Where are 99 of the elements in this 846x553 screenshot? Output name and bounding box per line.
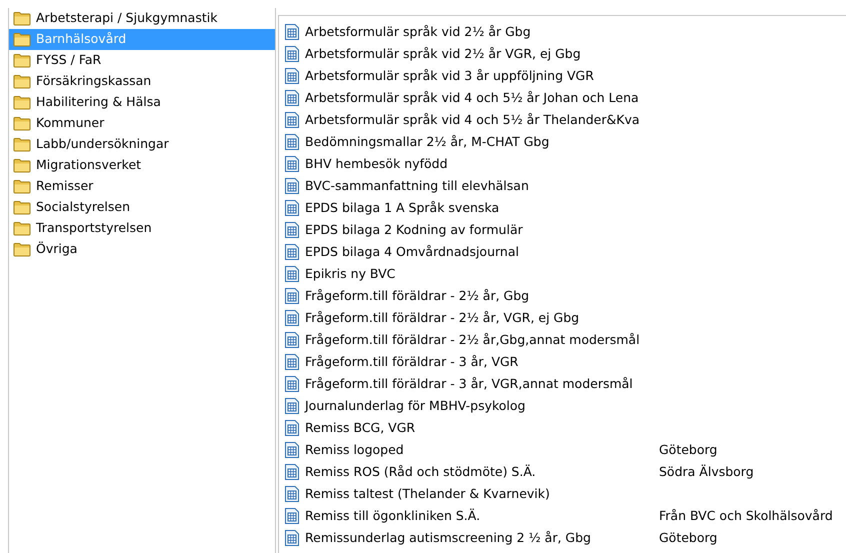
document-row[interactable]: Remiss ROS (Råd och stödmöte) S.Ä. Södra Älvsborg	[284, 461, 846, 483]
document-name: Arbetsformulär språk vid 4 och 5½ år Thelander&Kva	[305, 110, 640, 129]
folder-icon	[13, 53, 31, 68]
document-row[interactable]: Arbetsformulär språk vid 4 och 5½ år Thelander&Kva	[284, 109, 846, 131]
document-row[interactable]: Arbetsformulär språk vid 2½ år VGR, ej Gbg	[284, 43, 846, 65]
document-name: Remiss taltest (Thelander & Kvarnevik)	[305, 484, 550, 503]
document-name: Arbetsformulär språk vid 2½ år VGR, ej Gbg	[305, 44, 581, 63]
region-text: Från BVC och Skolhälsovård	[659, 506, 833, 525]
folder-icon	[13, 137, 31, 152]
document-name: Frågeform.till föräldrar - 2½ år, Gbg	[305, 286, 530, 305]
document-row[interactable]: Remiss BCG, VGR	[284, 417, 846, 439]
folder-icon	[13, 116, 31, 131]
document-row[interactable]: BVC-sammanfattning till elevhälsan	[284, 175, 846, 197]
document-row[interactable]: Journalunderlag för MBHV-psykolog	[284, 395, 846, 417]
region-text: Södra Älvsborg	[659, 462, 754, 481]
document-row[interactable]: Remiss till ögonkliniken S.Ä. Från BVC och Skolhälsovård	[284, 505, 846, 527]
document-row[interactable]: Epikris ny BVC	[284, 263, 846, 285]
folder-item[interactable]: Labb/undersökningar	[9, 134, 275, 155]
document-name: Frågeform.till föräldrar - 3 år, VGR	[305, 352, 518, 371]
folder-item[interactable]: Övriga	[9, 239, 275, 260]
document-name: Remiss till ögonkliniken S.Ä.	[305, 506, 480, 525]
folder-icon	[13, 221, 31, 236]
document-name: EPDS bilaga 2 Kodning av formulär	[305, 220, 523, 239]
document-name: Frågeform.till föräldrar - 2½ år, VGR, ej Gbg	[305, 308, 580, 327]
spreadsheet-document-icon	[284, 529, 300, 547]
document-row[interactable]: Frågeform.till föräldrar - 2½ år, VGR, ej Gbg	[284, 307, 846, 329]
folder-icon	[13, 179, 31, 194]
spreadsheet-document-icon	[284, 111, 300, 129]
folder-item[interactable]: Arbetsterapi / Sjukgymnastik	[9, 8, 275, 29]
spreadsheet-document-icon	[284, 485, 300, 503]
folder-icon	[13, 242, 31, 257]
folder-icon	[13, 200, 31, 215]
spreadsheet-document-icon	[284, 89, 300, 107]
document-name: Arbetsformulär språk vid 4 och 5½ år Johan och Lena	[305, 88, 639, 107]
spreadsheet-document-icon	[284, 353, 300, 371]
document-row[interactable]: Remiss logoped Göteborg	[284, 439, 846, 461]
document-name: Arbetsformulär språk vid 3 år uppföljning VGR	[305, 66, 594, 85]
document-row[interactable]: Arbetsformulär språk vid 3 år uppföljning VGR	[284, 65, 846, 87]
document-name: Remissunderlag autismscreening 2 ½ år, Gbg	[305, 528, 591, 547]
folder-icon	[13, 158, 31, 173]
spreadsheet-document-icon	[284, 67, 300, 85]
document-row[interactable]: Frågeform.till föräldrar - 2½ år,Gbg,annat modersmål	[284, 329, 846, 351]
document-row[interactable]: EPDS bilaga 2 Kodning av formulär	[284, 219, 846, 241]
spreadsheet-document-icon	[284, 441, 300, 459]
region-text: Göteborg	[659, 528, 718, 547]
document-row[interactable]: EPDS bilaga 4 Omvårdnadsjournal	[284, 241, 846, 263]
document-name: BVC-sammanfattning till elevhälsan	[305, 176, 529, 195]
spreadsheet-document-icon	[284, 419, 300, 437]
document-name: Remiss ROS (Råd och stödmöte) S.Ä.	[305, 462, 536, 481]
folder-icon	[13, 74, 31, 89]
spreadsheet-document-icon	[284, 155, 300, 173]
document-row[interactable]: Remiss taltest (Thelander & Kvarnevik)	[284, 483, 846, 505]
document-name: Bedömningsmallar 2½ år, M-CHAT Gbg	[305, 132, 550, 151]
document-name: EPDS bilaga 1 A Språk svenska	[305, 198, 500, 217]
document-row[interactable]: EPDS bilaga 1 A Språk svenska	[284, 197, 846, 219]
document-row[interactable]: Frågeform.till föräldrar - 2½ år, Gbg	[284, 285, 846, 307]
folder-item[interactable]: Migrationsverket	[9, 155, 275, 176]
document-name: Epikris ny BVC	[305, 264, 396, 283]
folder-item[interactable]: Försäkringskassan	[9, 71, 275, 92]
document-name: EPDS bilaga 4 Omvårdnadsjournal	[305, 242, 519, 261]
region-text: Göteborg	[659, 440, 718, 459]
spreadsheet-document-icon	[284, 199, 300, 217]
spreadsheet-document-icon	[284, 243, 300, 261]
document-name: Remiss BCG, VGR	[305, 418, 416, 437]
document-name: Journalunderlag för MBHV-psykolog	[305, 396, 526, 415]
folder-item[interactable]: Remisser	[9, 176, 275, 197]
document-row[interactable]: Frågeform.till föräldrar - 3 år, VGR,annat modersmål	[284, 373, 846, 395]
document-name: Remiss logoped	[305, 440, 404, 459]
document-row[interactable]: Bedömningsmallar 2½ år, M-CHAT Gbg	[284, 131, 846, 153]
document-row[interactable]: Remissunderlag autismscreening 2 ½ år, Gbg Göteborg	[284, 527, 846, 549]
document-row[interactable]: Arbetsformulär språk vid 4 och 5½ år Johan och Lena	[284, 87, 846, 109]
document-row[interactable]: Arbetsformulär språk vid 2½ år Gbg	[284, 21, 846, 43]
spreadsheet-document-icon	[284, 287, 300, 305]
spreadsheet-document-icon	[284, 177, 300, 195]
spreadsheet-document-icon	[284, 331, 300, 349]
document-name: Frågeform.till föräldrar - 2½ år,Gbg,annat modersmål	[305, 330, 640, 349]
spreadsheet-document-icon	[284, 23, 300, 41]
folder-item[interactable]: Transportstyrelsen	[9, 218, 275, 239]
document-row[interactable]: BHV hembesök nyfödd	[284, 153, 846, 175]
spreadsheet-document-icon	[284, 397, 300, 415]
document-name: BHV hembesök nyfödd	[305, 154, 448, 173]
spreadsheet-document-icon	[284, 133, 300, 151]
document-row[interactable]: Frågeform.till föräldrar - 3 år, VGR	[284, 351, 846, 373]
spreadsheet-document-icon	[284, 463, 300, 481]
spreadsheet-document-icon	[284, 507, 300, 525]
spreadsheet-document-icon	[284, 265, 300, 283]
document-name: Arbetsformulär språk vid 2½ år Gbg	[305, 22, 531, 41]
folder-icon	[13, 95, 31, 110]
spreadsheet-document-icon	[284, 375, 300, 393]
spreadsheet-document-icon	[284, 221, 300, 239]
folder-icon	[13, 11, 31, 26]
folder-item[interactable]: Kommuner	[9, 113, 275, 134]
folder-item[interactable]: Habilitering & Hälsa	[9, 92, 275, 113]
folder-icon	[13, 32, 31, 47]
spreadsheet-document-icon	[284, 309, 300, 327]
spreadsheet-document-icon	[284, 45, 300, 63]
document-name: Frågeform.till föräldrar - 3 år, VGR,annat modersmål	[305, 374, 633, 393]
folder-item[interactable]: FYSS / FaR	[9, 50, 275, 71]
folder-item[interactable]: Socialstyrelsen	[9, 197, 275, 218]
